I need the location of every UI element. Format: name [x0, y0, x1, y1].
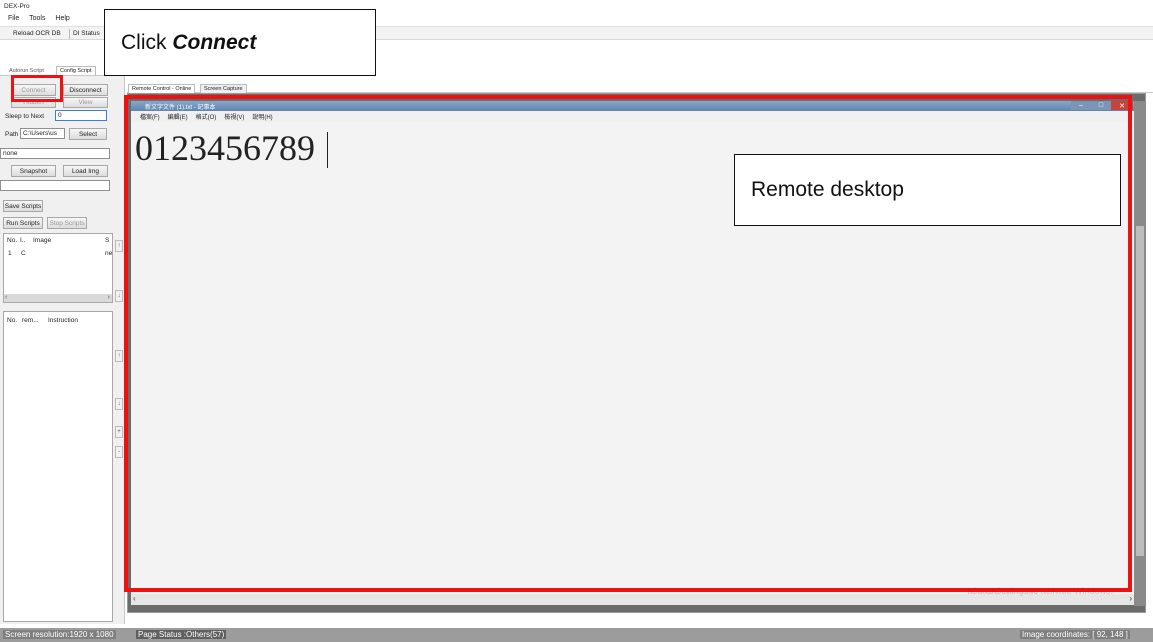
page-status: Page Status :Others(57) — [136, 630, 227, 639]
save-scripts-button[interactable]: Save Scripts — [3, 200, 43, 212]
menu-bar: File Tools Help — [8, 15, 78, 22]
app-title: DEX-Pro — [4, 3, 30, 10]
snapshot-button[interactable]: Snapshot — [11, 165, 56, 177]
tab-remote-control[interactable]: Remote Control - Online — [128, 84, 196, 93]
scroll-right-icon[interactable]: › — [108, 294, 110, 301]
vertical-scroll-thumb[interactable] — [1136, 226, 1144, 556]
image-list-table[interactable]: No. I.. Image S 1 C ne ‹ › — [3, 233, 113, 303]
callout-click-emph: Connect — [172, 30, 257, 54]
tab-autorun-script[interactable]: Autorun Script — [9, 68, 44, 74]
instruction-add-icon[interactable]: + — [115, 426, 123, 438]
col-header-instruction[interactable]: Instruction — [48, 317, 78, 324]
vertical-scrollbar[interactable] — [1134, 101, 1146, 606]
disconnect-button[interactable]: Disconnect — [63, 84, 108, 96]
run-scripts-button[interactable]: Run Scripts — [3, 217, 43, 229]
tab-config-script[interactable]: Config Script — [56, 66, 96, 75]
load-img-button[interactable]: Load Img — [63, 165, 108, 177]
col-header-i[interactable]: I.. — [20, 237, 25, 244]
status-none-field: none — [0, 148, 110, 159]
scroll-right-icon[interactable]: › — [1129, 594, 1132, 603]
menu-help[interactable]: Help — [55, 15, 69, 22]
col-header-no[interactable]: No. — [7, 237, 17, 244]
col-header-no[interactable]: No. — [7, 317, 17, 324]
sleep-input[interactable]: 0 — [55, 110, 107, 121]
col-header-rem[interactable]: rem... — [22, 317, 39, 324]
table-row-i[interactable]: C — [21, 250, 26, 257]
screen-resolution: Screen resolution:1920 x 1080 — [3, 630, 116, 639]
instruction-remove-icon[interactable]: - — [115, 446, 123, 458]
col-header-image[interactable]: Image — [33, 237, 51, 244]
connect-highlight — [11, 75, 63, 102]
col-header-s[interactable]: S — [105, 237, 109, 244]
path-label: Path — [5, 131, 19, 138]
horizontal-scrollbar[interactable]: ‹ › — [4, 294, 112, 302]
menu-tools[interactable]: Tools — [29, 15, 45, 22]
image-coordinates: Image coordinates: [ 92, 148 ] — [1020, 630, 1130, 639]
table-row-no[interactable]: 1 — [8, 250, 12, 257]
move-down-icon[interactable]: ↓ — [115, 290, 123, 302]
menu-file[interactable]: File — [8, 15, 19, 22]
toolbar-divider — [69, 29, 70, 39]
reload-ocr-db-button[interactable]: Reload OCR DB — [13, 30, 61, 37]
stop-scripts-button[interactable]: Stop Scripts — [47, 217, 87, 229]
di-status-button[interactable]: DI Status — [73, 30, 100, 37]
remote-horizontal-scrollbar[interactable]: ‹ Go to Settings to activate Windows. › — [131, 586, 1134, 605]
scroll-left-icon[interactable]: ‹ — [133, 594, 136, 603]
select-button[interactable]: Select — [69, 128, 107, 140]
callout-remote-desktop: Remote desktop — [734, 154, 1121, 226]
callout-click-prefix: Click — [121, 30, 173, 54]
instruction-up-icon[interactable]: ↑ — [115, 350, 123, 362]
sleep-label: Sleep to Next — [5, 113, 45, 120]
instruction-down-icon[interactable]: ↓ — [115, 398, 123, 410]
tab-screen-capture[interactable]: Screen Capture — [200, 84, 247, 93]
instruction-table[interactable]: No. rem... Instruction — [3, 311, 113, 622]
callout-click-connect: Click Connect — [104, 9, 376, 76]
view-button[interactable]: View — [63, 97, 108, 108]
path-input[interactable]: C:\Users\us — [20, 128, 65, 139]
blank-field — [0, 180, 110, 191]
scroll-left-icon[interactable]: ‹ — [5, 294, 7, 301]
table-row-s[interactable]: ne — [105, 250, 112, 257]
move-up-icon[interactable]: ↑ — [115, 240, 123, 252]
